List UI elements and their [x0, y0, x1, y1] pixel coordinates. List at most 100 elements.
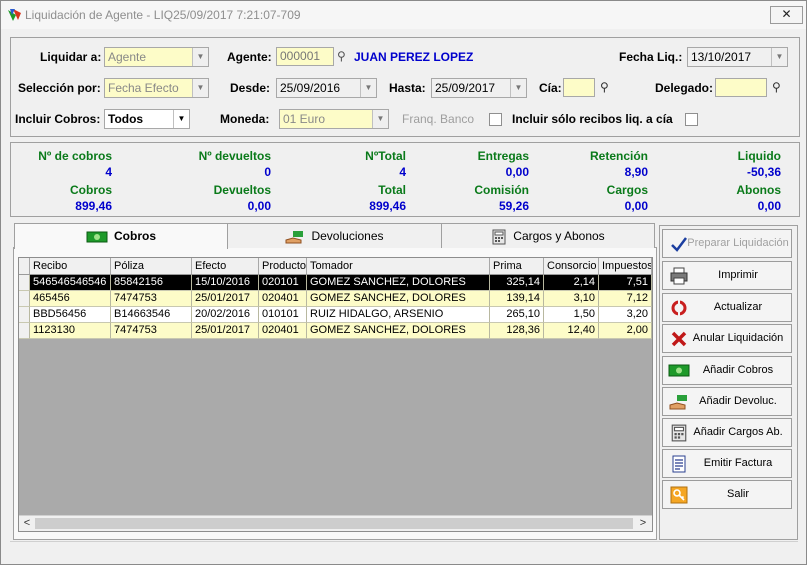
column-header[interactable]: Producto — [259, 258, 307, 274]
desde-label: Desde: — [230, 81, 271, 95]
cell-poliza: 7474753 — [111, 291, 192, 307]
scroll-right-icon[interactable]: > — [637, 517, 649, 529]
comision-label: Comisión — [474, 183, 529, 197]
actualizar-label: Actualizar — [713, 301, 763, 313]
preparar-liquidacion-button[interactable]: Preparar Liquidación — [662, 229, 792, 258]
table-row[interactable]: 546546546546 85842156 15/10/2016 020101 … — [19, 275, 652, 291]
cell-impuestos: 7,51 — [599, 275, 652, 291]
n-total-label: NºTotal — [365, 149, 406, 163]
liquido-label: Liquido — [737, 149, 781, 163]
column-header[interactable]: Recibo — [30, 258, 111, 274]
seleccion-select[interactable]: Fecha Efecto ▼ — [104, 78, 209, 98]
hasta-picker[interactable]: 25/09/2017 ▼ — [431, 78, 527, 98]
cell-consorcio: 12,40 — [544, 323, 599, 339]
chevron-down-icon: ▼ — [510, 79, 526, 97]
cell-consorcio: 2,14 — [544, 275, 599, 291]
tab-cargos-abonos-label: Cargos y Abonos — [513, 229, 605, 243]
column-header[interactable]: Impuestos — [599, 258, 652, 274]
column-header[interactable]: Prima — [490, 258, 544, 274]
cell-prima: 139,14 — [490, 291, 544, 307]
chevron-down-icon: ▼ — [173, 110, 189, 128]
seleccion-value: Fecha Efecto — [108, 81, 179, 95]
binoculars-icon[interactable]: ⚲ — [600, 80, 609, 94]
liquido-value: -50,36 — [746, 165, 781, 179]
cell-producto: 010101 — [259, 307, 307, 323]
actualizar-button[interactable]: Actualizar — [662, 293, 792, 322]
cell-recibo: BBD56456 — [30, 307, 111, 323]
calculator-icon — [492, 229, 506, 245]
anular-liquidacion-button[interactable]: Anular Liquidación — [662, 324, 792, 353]
tab-cargos-abonos[interactable]: Cargos y Abonos — [441, 223, 655, 248]
total-label: Total — [378, 183, 406, 197]
column-header[interactable]: Tomador — [307, 258, 490, 274]
cell-prima: 265,10 — [490, 307, 544, 323]
horizontal-scrollbar[interactable]: < > — [19, 515, 652, 531]
cell-recibo: 1123130 — [30, 323, 111, 339]
anadir-devoluc-label: Añadir Devoluc. — [699, 395, 777, 407]
cobros-grid[interactable]: Recibo Póliza Efecto Producto Tomador Pr… — [18, 257, 653, 532]
table-row[interactable]: BBD56456 B14663546 20/02/2016 010101 RUI… — [19, 307, 652, 323]
incluir-cobros-select[interactable]: Todos ▼ — [104, 109, 190, 129]
cell-tomador: GOMEZ SANCHEZ, DOLORES — [307, 275, 490, 291]
close-button[interactable]: ✕ — [770, 6, 803, 24]
key-icon — [670, 486, 688, 504]
cell-impuestos: 7,12 — [599, 291, 652, 307]
scroll-thumb[interactable] — [35, 518, 633, 529]
franq-banco-checkbox[interactable] — [489, 113, 502, 126]
column-header[interactable]: Efecto — [192, 258, 259, 274]
n-cobros-label: Nº de cobros — [38, 149, 112, 163]
liquidar-value: Agente — [108, 50, 147, 64]
moneda-label: Moneda: — [220, 112, 270, 126]
printer-icon — [670, 267, 688, 285]
money-icon — [668, 364, 690, 377]
delegado-input[interactable] — [715, 78, 767, 97]
n-devueltos-label: Nº devueltos — [198, 149, 271, 163]
salir-button[interactable]: Salir — [662, 480, 792, 509]
moneda-value: 01 Euro — [283, 112, 326, 126]
retencion-value: 8,90 — [624, 165, 648, 179]
anadir-cargos-button[interactable]: Añadir Cargos Ab. — [662, 418, 792, 447]
cell-efecto: 15/10/2016 — [192, 275, 259, 291]
cargos-label: Cargos — [606, 183, 648, 197]
binoculars-icon[interactable]: ⚲ — [772, 80, 781, 94]
anadir-cobros-button[interactable]: Añadir Cobros — [662, 356, 792, 385]
fecha-liq-label: Fecha Liq.: — [619, 50, 683, 64]
title-bar: Liquidación de Agente - LIQ25/09/2017 7:… — [1, 1, 806, 29]
imprimir-button[interactable]: Imprimir — [662, 261, 792, 290]
cell-recibo: 465456 — [30, 291, 111, 307]
agente-code-input[interactable]: 000001 — [276, 47, 334, 66]
tab-devoluciones-label: Devoluciones — [311, 229, 384, 243]
liquidar-select[interactable]: Agente ▼ — [104, 47, 209, 67]
chevron-down-icon: ▼ — [192, 79, 208, 97]
tab-devoluciones[interactable]: Devoluciones — [227, 223, 442, 248]
desde-picker[interactable]: 25/09/2016 ▼ — [276, 78, 377, 98]
anadir-devoluc-button[interactable]: Añadir Devoluc. — [662, 387, 792, 416]
incluir-cobros-value: Todos — [108, 112, 144, 126]
calculator-icon — [671, 424, 687, 442]
invoice-icon — [672, 455, 686, 473]
agente-name: JUAN PEREZ LOPEZ — [354, 50, 474, 64]
entregas-label: Entregas — [477, 149, 529, 163]
table-row[interactable]: 465456 7474753 25/01/2017 020401 GOMEZ S… — [19, 291, 652, 307]
binoculars-icon[interactable]: ⚲ — [337, 49, 346, 63]
hand-money-icon — [669, 395, 687, 410]
incluir-solo-checkbox[interactable] — [685, 113, 698, 126]
table-row[interactable]: 1123130 7474753 25/01/2017 020401 GOMEZ … — [19, 323, 652, 339]
cell-efecto: 25/01/2017 — [192, 291, 259, 307]
emitir-factura-button[interactable]: Emitir Factura — [662, 449, 792, 478]
imprimir-label: Imprimir — [718, 269, 758, 281]
row-indicator — [19, 307, 30, 323]
scroll-left-icon[interactable]: < — [21, 517, 33, 529]
tab-cobros[interactable]: Cobros — [14, 223, 228, 249]
cobros-value: 899,46 — [75, 199, 112, 213]
cia-input[interactable] — [563, 78, 595, 97]
anadir-cargos-label: Añadir Cargos Ab. — [693, 426, 783, 438]
chevron-down-icon: ▼ — [771, 48, 787, 66]
fecha-liq-picker[interactable]: 13/10/2017 ▼ — [687, 47, 788, 67]
entregas-value: 0,00 — [505, 165, 529, 179]
moneda-select[interactable]: 01 Euro ▼ — [279, 109, 389, 129]
devueltos-value: 0,00 — [247, 199, 271, 213]
row-indicator-header — [19, 258, 30, 274]
column-header[interactable]: Póliza — [111, 258, 192, 274]
column-header[interactable]: Consorcio — [544, 258, 599, 274]
